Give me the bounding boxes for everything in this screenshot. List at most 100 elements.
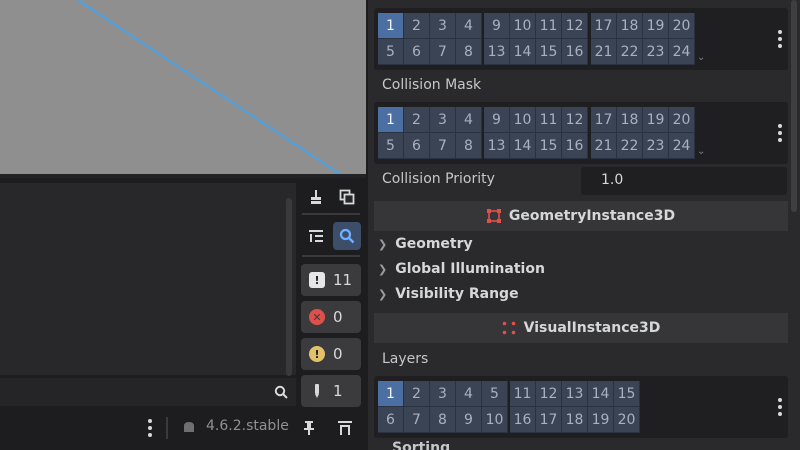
- mask-cell[interactable]: 6: [404, 133, 430, 159]
- mask-cell[interactable]: 24: [669, 133, 695, 159]
- visual-instance-section[interactable]: VisualInstance3D: [374, 313, 788, 343]
- mask-cell[interactable]: 19: [643, 107, 669, 133]
- mask-cell[interactable]: 13: [484, 133, 510, 159]
- mask-cell[interactable]: 8: [456, 133, 482, 159]
- layer-cell[interactable]: 17: [591, 13, 617, 39]
- mask-cell[interactable]: 23: [643, 133, 669, 159]
- more-options-icon[interactable]: [778, 398, 782, 416]
- messages-filter-button[interactable]: ! 11: [301, 264, 361, 296]
- layer-cell[interactable]: 3: [430, 13, 456, 39]
- group-visibility-range[interactable]: ❯ Visibility Range: [378, 286, 519, 302]
- mask-cell[interactable]: 3: [430, 107, 456, 133]
- 3d-viewport[interactable]: [0, 0, 366, 174]
- mask-cell[interactable]: 12: [562, 107, 588, 133]
- mask-cell[interactable]: 16: [562, 133, 588, 159]
- debug-filter-button[interactable]: 1: [301, 375, 361, 407]
- mask-cell[interactable]: 21: [591, 133, 617, 159]
- render-layer-cell[interactable]: 2: [404, 381, 430, 407]
- render-layer-cell[interactable]: 12: [536, 381, 562, 407]
- output-scrollbar[interactable]: [286, 198, 292, 376]
- layer-cell[interactable]: 12: [562, 13, 588, 39]
- mask-cell[interactable]: 18: [617, 107, 643, 133]
- layer-cell[interactable]: 13: [484, 39, 510, 65]
- warnings-filter-button[interactable]: ! 0: [301, 338, 361, 370]
- collision-priority-input[interactable]: 1.0: [581, 167, 787, 195]
- expand-bottom-panel-icon[interactable]: [337, 420, 353, 436]
- layer-cell[interactable]: 2: [404, 13, 430, 39]
- render-layer-cell[interactable]: 11: [510, 381, 536, 407]
- mask-cell[interactable]: 10: [510, 107, 536, 133]
- chevron-down-icon[interactable]: ⌄: [697, 52, 705, 63]
- render-layer-cell[interactable]: 9: [456, 407, 482, 433]
- render-layer-cell[interactable]: 20: [614, 407, 640, 433]
- render-layers-field[interactable]: 1 2 3 4 5 6 7 8 9 10 11 12 13 14 15 16 1…: [374, 376, 788, 438]
- more-options-icon[interactable]: [778, 30, 782, 48]
- mask-cell[interactable]: 4: [456, 107, 482, 133]
- collision-layer-field[interactable]: 1 2 3 4 5 6 7 8 9 10 11 12 13 14 15 16 1…: [374, 8, 788, 70]
- mask-cell[interactable]: 15: [536, 133, 562, 159]
- layer-cell[interactable]: 22: [617, 39, 643, 65]
- collision-mask-field[interactable]: 1 2 3 4 5 6 7 8 9 10 11 12 13 14 15 16 1…: [374, 102, 788, 164]
- layer-cell[interactable]: 16: [562, 39, 588, 65]
- inspector-scrollbar[interactable]: [791, 0, 797, 212]
- sorting-group-label[interactable]: Sorting: [392, 440, 450, 450]
- layer-cell[interactable]: 6: [404, 39, 430, 65]
- mask-cell[interactable]: 14: [510, 133, 536, 159]
- mask-cell[interactable]: 1: [378, 107, 404, 133]
- copy-output-button[interactable]: [333, 183, 361, 211]
- pin-icon[interactable]: [302, 420, 316, 436]
- layer-cell[interactable]: 5: [378, 39, 404, 65]
- render-layer-cell[interactable]: 18: [562, 407, 588, 433]
- render-layer-cell[interactable]: 8: [430, 407, 456, 433]
- mask-cell[interactable]: 7: [430, 133, 456, 159]
- group-global-illumination[interactable]: ❯ Global Illumination: [378, 261, 545, 277]
- geometry-instance-section[interactable]: GeometryInstance3D: [374, 201, 788, 231]
- layer-cell[interactable]: 21: [591, 39, 617, 65]
- more-options-icon[interactable]: [148, 419, 152, 437]
- render-layer-cell[interactable]: 19: [588, 407, 614, 433]
- chevron-down-icon[interactable]: ⌄: [697, 146, 705, 157]
- errors-filter-button[interactable]: ✕ 0: [301, 301, 361, 333]
- mask-cell[interactable]: 20: [669, 107, 695, 133]
- layer-cell[interactable]: 9: [484, 13, 510, 39]
- layer-cell[interactable]: 19: [643, 13, 669, 39]
- mask-cell[interactable]: 22: [617, 133, 643, 159]
- render-layer-cell[interactable]: 3: [430, 381, 456, 407]
- group-geometry[interactable]: ❯ Geometry: [378, 236, 473, 252]
- layer-cell[interactable]: 10: [510, 13, 536, 39]
- render-layer-cell[interactable]: 5: [482, 381, 508, 407]
- mask-cell[interactable]: 2: [404, 107, 430, 133]
- render-layer-cell[interactable]: 13: [562, 381, 588, 407]
- mask-cell[interactable]: 9: [484, 107, 510, 133]
- clear-output-button[interactable]: [302, 183, 330, 211]
- panel-divider[interactable]: [0, 174, 366, 178]
- layer-cell[interactable]: 11: [536, 13, 562, 39]
- mask-cell[interactable]: 17: [591, 107, 617, 133]
- layer-cell[interactable]: 24: [669, 39, 695, 65]
- layer-cell[interactable]: 18: [617, 13, 643, 39]
- more-options-icon[interactable]: [778, 124, 782, 142]
- layer-cell[interactable]: 4: [456, 13, 482, 39]
- render-layer-cell[interactable]: 17: [536, 407, 562, 433]
- output-log[interactable]: [0, 183, 296, 375]
- toggle-search-button[interactable]: [333, 222, 361, 250]
- render-layer-cell[interactable]: 16: [510, 407, 536, 433]
- layer-cell[interactable]: 15: [536, 39, 562, 65]
- mask-cell[interactable]: 5: [378, 133, 404, 159]
- layer-cell[interactable]: 14: [510, 39, 536, 65]
- mask-cell[interactable]: 11: [536, 107, 562, 133]
- render-layer-cell[interactable]: 6: [378, 407, 404, 433]
- render-layer-cell[interactable]: 14: [588, 381, 614, 407]
- render-layer-cell[interactable]: 1: [378, 381, 404, 407]
- render-layer-cell[interactable]: 7: [404, 407, 430, 433]
- layer-cell[interactable]: 7: [430, 39, 456, 65]
- layer-cell[interactable]: 20: [669, 13, 695, 39]
- layer-cell[interactable]: 23: [643, 39, 669, 65]
- render-layer-cell[interactable]: 4: [456, 381, 482, 407]
- layer-cell[interactable]: 8: [456, 39, 482, 65]
- output-filter-input[interactable]: [0, 378, 296, 406]
- layer-cell[interactable]: 1: [378, 13, 404, 39]
- render-layer-cell[interactable]: 15: [614, 381, 640, 407]
- collapse-duplicates-button[interactable]: [302, 222, 330, 250]
- render-layer-cell[interactable]: 10: [482, 407, 508, 433]
